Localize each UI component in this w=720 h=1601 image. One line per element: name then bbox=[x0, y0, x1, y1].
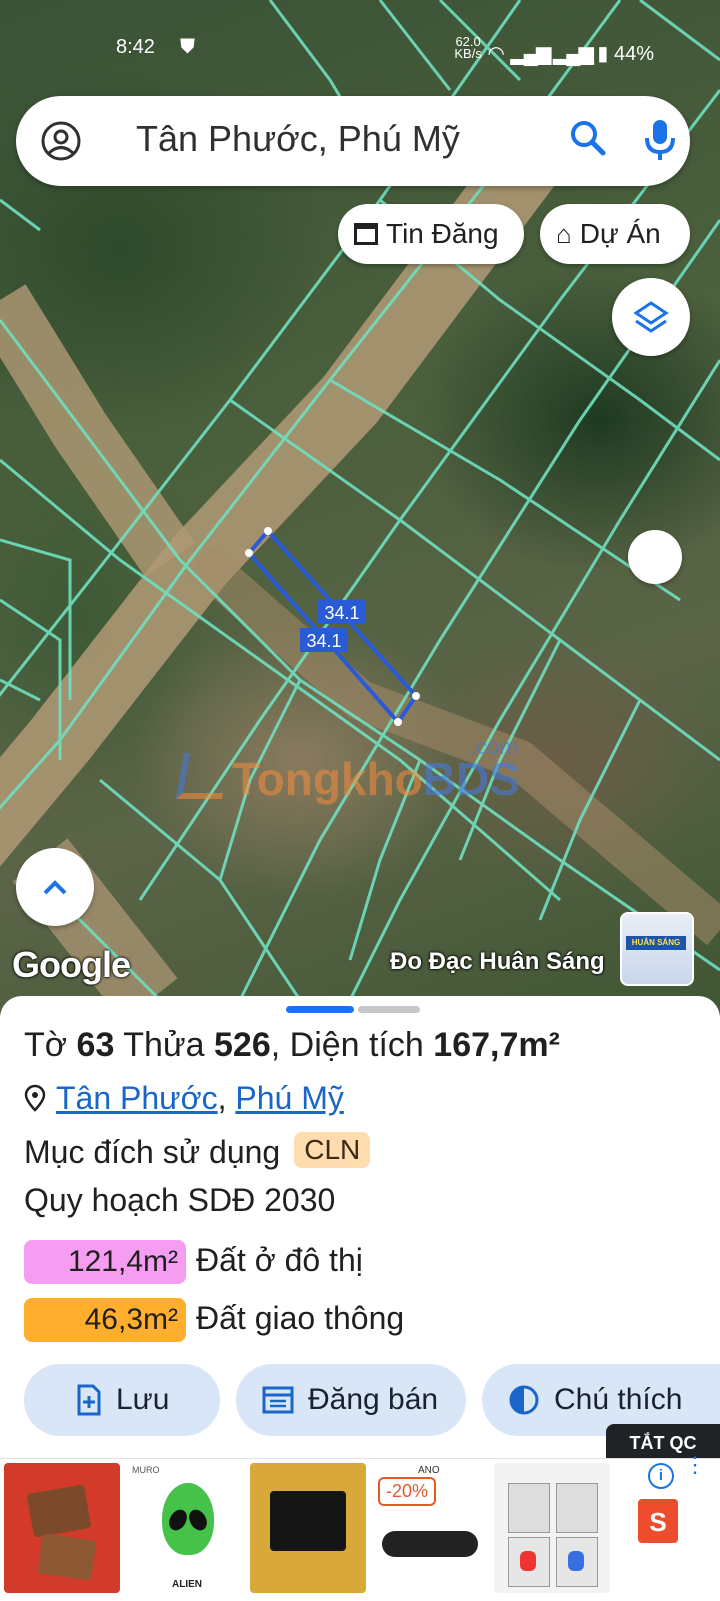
status-time: 8:42 bbox=[116, 36, 155, 58]
save-button[interactable]: Lưu bbox=[24, 1364, 220, 1436]
sheet-handle[interactable] bbox=[358, 1006, 420, 1013]
projects-chip-label: Dự Án bbox=[579, 218, 661, 249]
listing-icon bbox=[262, 1386, 294, 1414]
watermark-com: .com bbox=[470, 734, 518, 759]
search-icon[interactable] bbox=[568, 118, 608, 158]
parcel-title: Tờ 63 Thửa 526, Diện tích 167,7m² bbox=[24, 1026, 560, 1064]
expand-button[interactable] bbox=[16, 848, 94, 926]
account-icon[interactable] bbox=[40, 120, 82, 162]
discount-badge: -20% bbox=[378, 1477, 437, 1506]
signal-icon: ▂▄▆ ▂▄▆ bbox=[510, 43, 593, 65]
projects-chip[interactable]: ⌂ Dự Án bbox=[540, 204, 690, 264]
map-credit: Đo Đạc Huân Sáng bbox=[390, 948, 605, 975]
parcel-vertex bbox=[394, 718, 402, 726]
road-branch bbox=[0, 284, 195, 578]
parcel-location: Tân Phước, Phú Mỹ bbox=[24, 1080, 344, 1117]
ad-info-icon[interactable]: i bbox=[648, 1463, 674, 1489]
search-query[interactable]: Tân Phước, Phú Mỹ bbox=[136, 118, 460, 160]
parcel-vertex bbox=[264, 527, 272, 535]
location-link-town[interactable]: Phú Mỹ bbox=[235, 1080, 343, 1116]
microphone-icon[interactable] bbox=[642, 116, 678, 164]
save-button-label: Lưu bbox=[116, 1383, 170, 1416]
purpose-row: Mục đích sử dụng CLN bbox=[24, 1132, 371, 1171]
status-bar: 8:42 ⛊ 62.0 KB/s ◠ ▂▄▆ ▂▄▆ ▮ 44% bbox=[0, 34, 720, 65]
status-right: 62.0 KB/s ◠ ▂▄▆ ▂▄▆ ▮ 44% bbox=[454, 34, 654, 66]
ad-wallet[interactable] bbox=[4, 1463, 120, 1593]
building-icon: ⌂ bbox=[556, 218, 572, 249]
calendar-icon bbox=[354, 223, 378, 245]
plan-label: Quy hoạch SDĐ 2030 bbox=[24, 1182, 336, 1218]
location-pin-icon bbox=[24, 1084, 46, 1112]
battery-icon: ▮ bbox=[597, 43, 609, 65]
contrast-icon bbox=[509, 1385, 539, 1415]
listings-chip[interactable]: Tin Đăng bbox=[338, 204, 524, 264]
ano-label: ANO bbox=[418, 1465, 440, 1476]
measure-label-2: 34.1 bbox=[306, 631, 341, 651]
purpose-label: Mục đích sử dụng bbox=[24, 1134, 281, 1170]
floating-handle[interactable] bbox=[628, 530, 682, 584]
parcel-vertex bbox=[412, 692, 420, 700]
parcel-vertex bbox=[245, 549, 253, 557]
sheet-handle-active[interactable] bbox=[286, 1006, 354, 1013]
watermark-text-b: BDS bbox=[422, 753, 520, 805]
zone-row: 46,3m² Đất giao thông bbox=[24, 1298, 404, 1342]
watermark-logo-icon bbox=[175, 753, 231, 799]
net-speed: 62.0 KB/s bbox=[454, 34, 482, 61]
ad-black-wallet[interactable] bbox=[250, 1463, 366, 1593]
layers-button[interactable] bbox=[612, 278, 690, 356]
alien-label: ALIEN bbox=[172, 1579, 202, 1590]
ad-drawstring-bags[interactable] bbox=[494, 1463, 610, 1593]
chevron-up-icon bbox=[43, 880, 67, 895]
surveyor-thumbnail[interactable]: HUÂN SÁNG bbox=[620, 912, 694, 986]
zone-row: 121,4m² Đất ở đô thị bbox=[24, 1240, 363, 1284]
wifi-icon: ◠ bbox=[487, 43, 505, 65]
more-options-icon[interactable]: ⋮ bbox=[684, 1454, 706, 1476]
ad-banner[interactable]: MURO ALIEN -20% ANO i ⋮ S bbox=[0, 1454, 720, 1601]
legend-button-label: Chú thích bbox=[554, 1383, 683, 1416]
shopee-icon[interactable]: S bbox=[638, 1499, 678, 1543]
ad-alien-mask[interactable]: MURO ALIEN bbox=[128, 1463, 244, 1593]
zone-area-pill: 46,3m² bbox=[24, 1298, 186, 1342]
battery-level: 44% bbox=[613, 43, 654, 65]
road-track bbox=[186, 544, 720, 946]
location-link-ward[interactable]: Tân Phước bbox=[56, 1080, 218, 1116]
watermark-text-a: Tongkho bbox=[232, 753, 423, 805]
zone-name: Đất giao thông bbox=[196, 1300, 405, 1336]
zone-name: Đất ở đô thị bbox=[196, 1242, 363, 1278]
shield-icon: ⛊ bbox=[180, 36, 195, 58]
zone-area-pill: 121,4m² bbox=[24, 1240, 186, 1284]
search-bar[interactable]: Tân Phước, Phú Mỹ bbox=[16, 96, 690, 186]
layers-icon bbox=[633, 301, 669, 333]
post-sale-button[interactable]: Đăng bán bbox=[236, 1364, 466, 1436]
add-document-icon bbox=[77, 1384, 101, 1416]
watermark: TongkhoBDS .com bbox=[175, 734, 520, 806]
thumbnail-text: HUÂN SÁNG bbox=[626, 936, 686, 950]
google-logo: Google bbox=[12, 944, 131, 985]
ad-waist-bag[interactable]: -20% ANO bbox=[372, 1463, 488, 1593]
brand-label: MURO bbox=[132, 1465, 160, 1475]
listings-chip-label: Tin Đăng bbox=[386, 218, 499, 249]
post-sale-button-label: Đăng bán bbox=[308, 1383, 439, 1416]
purpose-badge: CLN bbox=[294, 1132, 371, 1168]
measure-label-1: 34.1 bbox=[324, 603, 359, 623]
